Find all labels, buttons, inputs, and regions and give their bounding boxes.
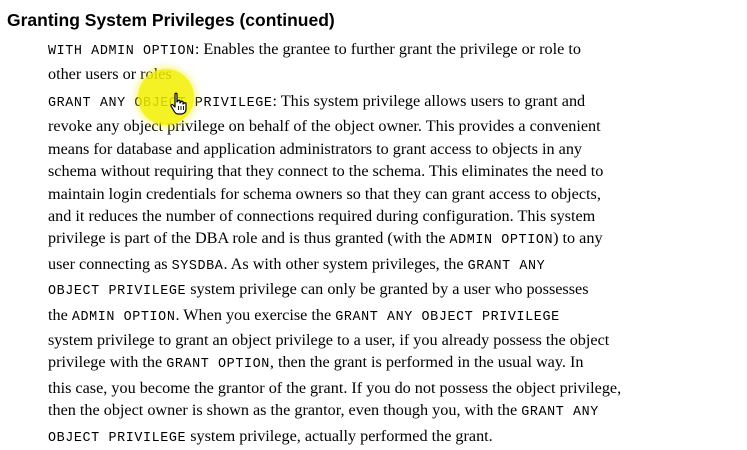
text-run: revoke any object privilege on behalf of… bbox=[48, 117, 601, 136]
text-line: this case, you become the grantor of the… bbox=[48, 377, 738, 399]
code-keyword: GRANT ANY bbox=[467, 258, 546, 274]
text-line: the ADMIN OPTION. When you exercise the … bbox=[48, 304, 738, 329]
text-line: privilege with the GRANT OPTION, then th… bbox=[48, 351, 738, 376]
hand-pointer-icon bbox=[170, 92, 187, 115]
text-line: schema without requiring that they conne… bbox=[48, 160, 738, 182]
text-run: : This system privilege allows users to … bbox=[272, 92, 586, 110]
text-run: system privilege, actually performed the… bbox=[186, 426, 493, 445]
text-run: then the object owner is shown as the gr… bbox=[48, 401, 522, 420]
code-keyword: ADMIN OPTION bbox=[71, 309, 176, 325]
text-run: the bbox=[48, 305, 72, 324]
page-heading: Granting System Privileges (continued) bbox=[7, 10, 335, 30]
code-keyword: WITH ADMIN OPTION bbox=[48, 44, 195, 59]
grant-any-object-privilege-paragraph: GRANT ANY OBJECT PRIVILEGE : This system … bbox=[48, 90, 738, 450]
text-line: privilege is part of the DBA role and is… bbox=[48, 227, 738, 252]
text-line: then the object owner is shown as the gr… bbox=[48, 399, 738, 424]
text-line: OBJECT PRIVILEGE system privilege, actua… bbox=[48, 425, 738, 450]
code-keyword: ADMIN OPTION bbox=[449, 233, 554, 249]
text-run: means for database and application admin… bbox=[48, 139, 583, 158]
text-run: ) to any bbox=[553, 229, 603, 248]
text-line: means for database and application admin… bbox=[48, 138, 738, 160]
text-line: and it reduces the number of connections… bbox=[48, 205, 738, 227]
text-run: . As with other system privileges, the bbox=[223, 254, 468, 273]
text-run: user connecting as bbox=[48, 254, 172, 273]
code-keyword: OBJECT PRIVILEGE bbox=[48, 284, 187, 300]
text-run: schema without requiring that they conne… bbox=[48, 162, 604, 181]
text-line: user connecting as SYSDBA. As with other… bbox=[48, 253, 738, 278]
text-line: system privilege to grant an object priv… bbox=[48, 329, 738, 351]
text-line: OBJECT PRIVILEGE system privilege can on… bbox=[48, 278, 738, 303]
code-keyword: GRANT ANY OBJECT PRIVILEGE bbox=[335, 309, 560, 325]
text-run: privilege is part of the DBA role and is… bbox=[48, 229, 450, 248]
code-keyword: SYSDBA bbox=[171, 258, 224, 274]
code-keyword: GRANT ANY bbox=[521, 405, 599, 421]
text-run: this case, you become the grantor of the… bbox=[48, 378, 622, 397]
text-run: : Enables the grantee to further grant t… bbox=[194, 40, 581, 58]
code-keyword: GRANT OPTION bbox=[166, 357, 270, 373]
text-run: and it reduces the number of connections… bbox=[48, 207, 596, 226]
text-line: WITH ADMIN OPTION: Enables the grantee t… bbox=[48, 38, 738, 63]
text-run: privilege with the bbox=[48, 353, 167, 372]
text-run: . When you exercise the bbox=[175, 305, 336, 324]
text-run: system privilege can only be granted by … bbox=[186, 280, 589, 299]
text-run: system privilege to grant an object priv… bbox=[48, 331, 610, 350]
text-run: , then the grant is performed in the usu… bbox=[269, 353, 584, 372]
text-line: maintain login credentials for schema ow… bbox=[48, 183, 738, 205]
code-keyword: OBJECT PRIVILEGE bbox=[48, 430, 187, 446]
text-run: maintain login credentials for schema ow… bbox=[48, 184, 601, 203]
